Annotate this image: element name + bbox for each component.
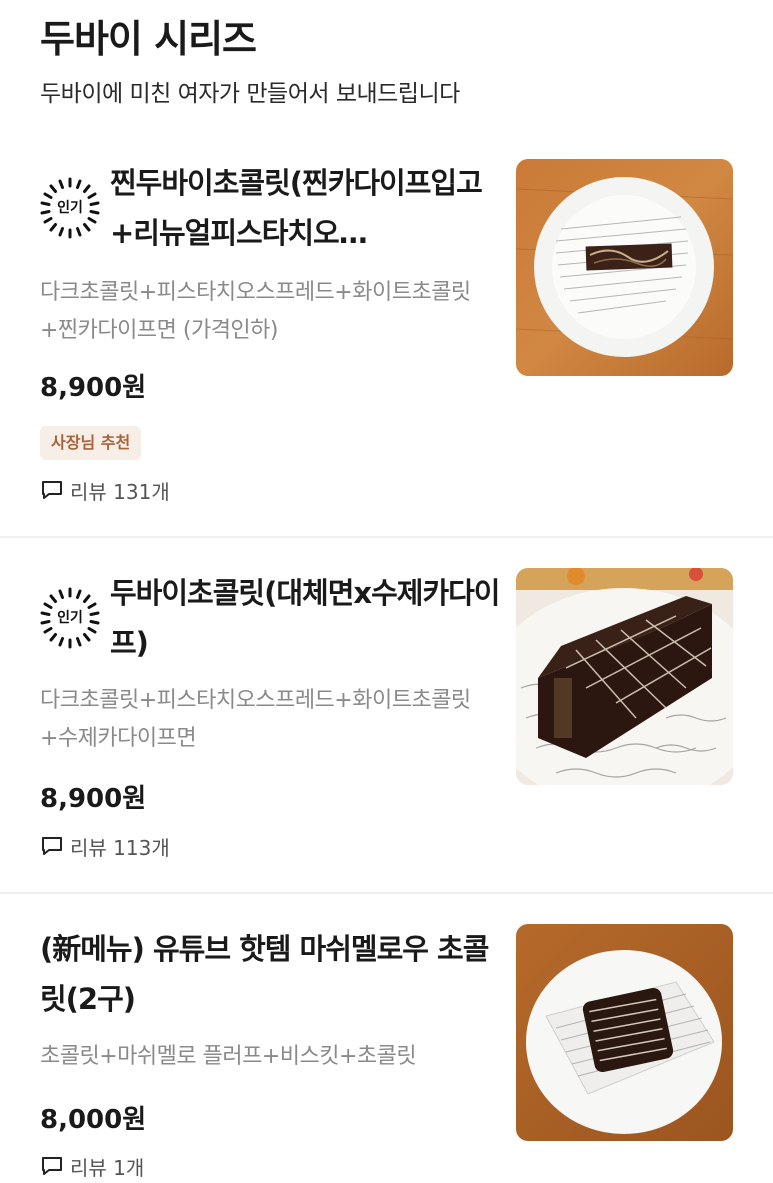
item-description: 초콜릿+마쉬멜로 플러프+비스킷+초콜릿	[40, 1044, 417, 1069]
item-description: 다크초콜릿+피스타치오스프레드+화이트초콜릿+찐카다이프면 (가격인하)	[40, 280, 471, 343]
review-count: 리뷰 113개	[40, 831, 170, 861]
popular-badge-label: 인기	[57, 200, 83, 216]
item-price: 8,000원	[40, 1105, 147, 1135]
item-description: 다크초콜릿+피스타치오스프레드+화이트초콜릿+수제카다이프면	[40, 688, 471, 751]
popular-badge: 인기	[38, 176, 102, 240]
popular-badge: 인기	[38, 586, 102, 650]
item-name: 찐두바이초콜릿(찐카다이프입고+리뉴얼피스타치오…	[110, 166, 483, 250]
popular-badge-label: 인기	[57, 610, 83, 626]
menu-item-1[interactable]: 인기 찐두바이초콜릿(찐카다이프입고+리뉴얼피스타치오… 다크초콜릿+피스타치오…	[0, 0, 773, 530]
item-photo	[516, 568, 733, 785]
item-photo	[516, 924, 733, 1141]
owner-recommend-tag: 사장님 추천	[40, 426, 142, 460]
divider	[0, 536, 773, 538]
speech-bubble-icon	[42, 1157, 62, 1175]
item-price: 8,900원	[40, 784, 147, 814]
review-count: 리뷰 131개	[40, 475, 170, 505]
review-count: 리뷰 1개	[40, 1151, 144, 1181]
item-price: 8,900원	[40, 373, 147, 403]
divider	[0, 892, 773, 894]
item-name: 두바이초콜릿(대체면x수제카다이프)	[110, 576, 500, 660]
menu-item-2[interactable]: 인기 두바이초콜릿(대체면x수제카다이프) 다크초콜릿+피스타치오스프레드+화이…	[0, 540, 773, 890]
speech-bubble-icon	[42, 837, 62, 855]
item-name: (新메뉴) 유튜브 핫템 마쉬멜로우 초콜릿(2구)	[40, 932, 489, 1016]
speech-bubble-icon	[42, 481, 62, 499]
menu-item-3[interactable]: (新메뉴) 유튜브 핫템 마쉬멜로우 초콜릿(2구) 초콜릿+마쉬멜로 플러프+…	[0, 896, 773, 1183]
item-photo	[516, 159, 733, 376]
